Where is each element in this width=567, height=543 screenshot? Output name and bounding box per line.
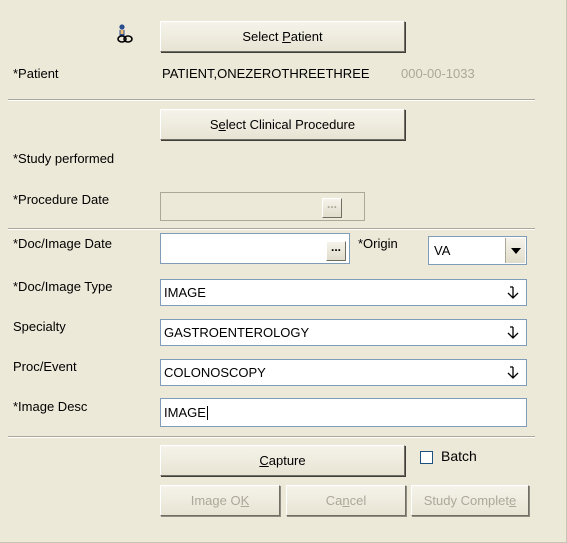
patient-label: *Patient [13,66,59,81]
doc-image-type-label: *Doc/Image Type [13,279,113,294]
origin-select[interactable]: VA [428,236,527,265]
batch-checkbox[interactable] [420,451,433,464]
chevron-down-icon[interactable] [505,238,525,263]
capture-label: Capture [259,453,306,468]
doc-image-date-label: *Doc/Image Date [13,236,112,251]
proc-event-field[interactable]: COLONOSCOPY [160,359,527,386]
dropdown-arrow-icon[interactable] [503,284,523,302]
proc-event-label: Proc/Event [13,359,77,374]
origin-label: *Origin [358,236,398,251]
doc-image-type-field[interactable]: IMAGE [160,279,527,306]
batch-label[interactable]: Batch [441,448,477,464]
select-clinical-procedure-button[interactable]: Select Clinical Procedure [160,109,405,140]
separator [8,228,535,230]
doc-image-date-field[interactable] [160,233,350,264]
cancel-button[interactable]: Cancel [286,485,406,516]
dropdown-arrow-icon[interactable] [503,364,523,382]
cancel-label: Cancel [325,493,367,508]
image-desc-input[interactable]: IMAGE [160,398,527,427]
dropdown-arrow-icon[interactable] [503,324,523,342]
study-complete-label: Study Complete [423,493,517,508]
procedure-date-picker-button: ... [322,198,342,218]
patient-ssn: 000-00-1033 [401,66,475,81]
specialty-field[interactable]: GASTROENTEROLOGY [160,319,527,346]
select-patient-button[interactable]: Select Patient [160,21,405,52]
patient-name: PATIENT,ONEZEROTHREETHREE [162,66,370,81]
specialty-label: Specialty [13,319,66,334]
patient-link-icon [116,24,134,44]
select-patient-label: Select Patient [242,29,323,44]
study-performed-label: *Study performed [13,151,115,166]
image-ok-button[interactable]: Image OK [160,485,280,516]
select-clinical-procedure-label: Select Clinical Procedure [209,117,356,132]
image-desc-label: *Image Desc [13,399,88,414]
capture-panel: Select Patient *Patient PATIENT,ONEZEROT… [0,0,567,543]
study-complete-button[interactable]: Study Complete [411,485,529,516]
separator [8,436,535,438]
procedure-date-label: *Procedure Date [13,192,110,207]
image-ok-label: Image OK [190,493,250,508]
text-cursor [206,405,208,420]
capture-button[interactable]: Capture [160,445,405,476]
doc-image-date-picker-button[interactable]: ... [326,241,346,261]
separator [8,99,535,101]
